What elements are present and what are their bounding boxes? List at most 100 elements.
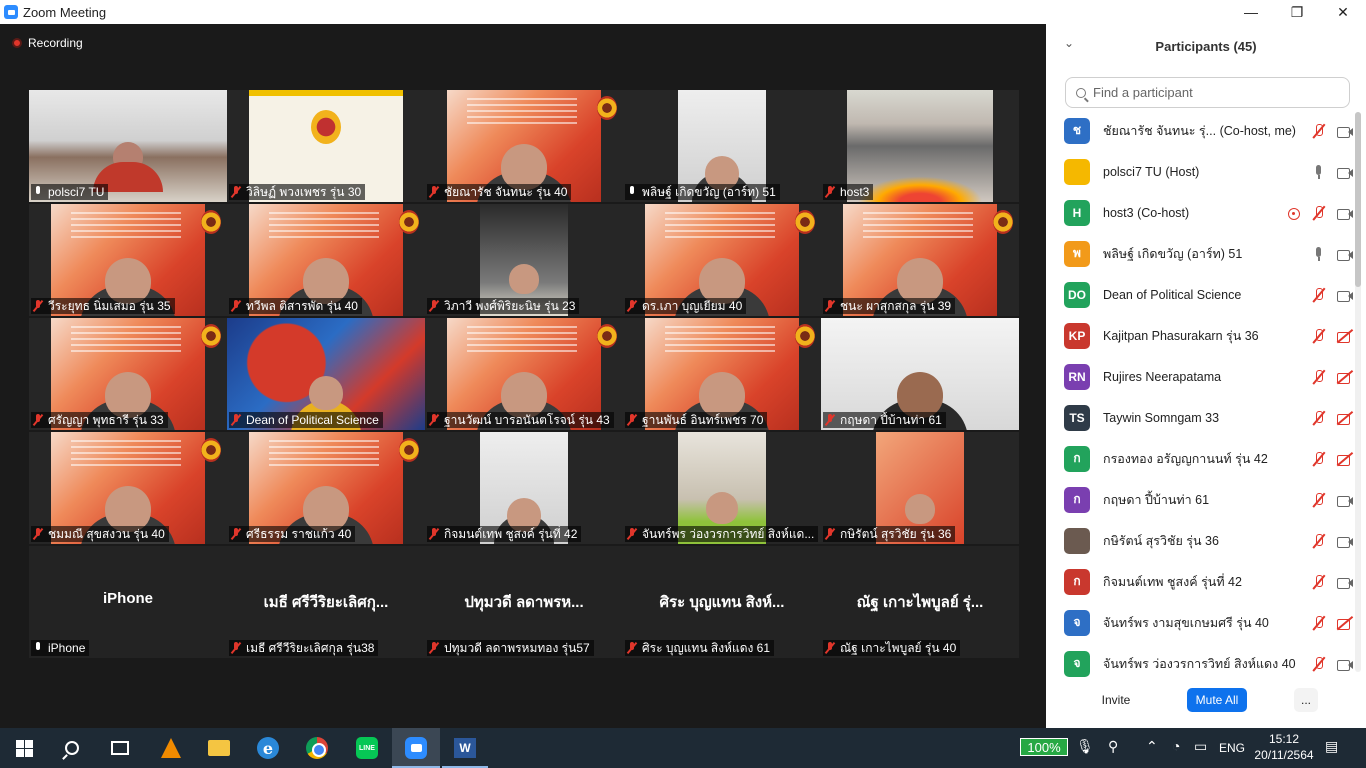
video-icon[interactable] <box>1336 163 1354 181</box>
video-off-icon[interactable] <box>1336 409 1354 427</box>
video-tile[interactable]: iPhone iPhone <box>29 546 227 658</box>
video-tile[interactable]: ชนะ ผาสุกสกุล รุ่น 39 <box>821 204 1019 316</box>
people-tray-icon[interactable]: ⚲ <box>1108 738 1118 755</box>
video-off-icon[interactable] <box>1336 450 1354 468</box>
invite-button[interactable]: Invite <box>1094 688 1138 712</box>
video-tile[interactable]: เมธี ศรีวีริยะเลิศกุ... เมธี ศรีวีริยะเลิ… <box>227 546 425 658</box>
participant-row[interactable]: ก กฤษดา ปี้บ้านท่า 61 <box>1046 479 1354 520</box>
clock[interactable]: 15:12 20/11/2564 <box>1254 731 1314 763</box>
participant-row[interactable]: polsci7 TU (Host) <box>1046 151 1354 192</box>
video-icon[interactable] <box>1336 532 1354 550</box>
start-button[interactable] <box>12 736 36 760</box>
vlc-button[interactable] <box>159 736 183 760</box>
scrollbar-thumb[interactable] <box>1355 112 1361 287</box>
task-view-button[interactable] <box>108 736 132 760</box>
video-tile[interactable]: วิลิษฏ์ พวงเพชร รุ่น 30 <box>227 90 425 202</box>
participant-row[interactable]: กษิรัตน์ สุรวิชัย รุ่น 36 <box>1046 520 1354 561</box>
chevron-up-icon[interactable]: ⌃ <box>1146 738 1158 755</box>
mic-muted-icon <box>825 414 835 426</box>
mic-muted-icon[interactable] <box>1310 491 1328 509</box>
video-tile[interactable]: ปทุมวดี ลดาพรห... ปทุมวดี ลดาพรหมทอง รุ่น… <box>425 546 623 658</box>
mic-muted-icon[interactable] <box>1310 122 1328 140</box>
zoom-taskbar-button[interactable] <box>404 736 428 760</box>
participant-search[interactable] <box>1065 77 1350 108</box>
mic-icon[interactable] <box>1310 163 1328 181</box>
mic-muted-icon[interactable] <box>1310 614 1328 632</box>
participant-row[interactable]: ก กิจมนต์เทพ ชูสงค์ รุ่นที่ 42 <box>1046 561 1354 602</box>
recording-indicator[interactable]: Recording <box>12 36 83 50</box>
video-icon[interactable] <box>1336 122 1354 140</box>
mute-all-button[interactable]: Mute All <box>1187 688 1247 712</box>
mic-muted-icon[interactable] <box>1310 532 1328 550</box>
language-indicator[interactable]: ENG <box>1219 741 1245 755</box>
chrome-button[interactable] <box>305 736 329 760</box>
file-explorer-button[interactable] <box>207 736 231 760</box>
video-tile[interactable]: ศรีธรรม ราชแก้ว 40 <box>227 432 425 544</box>
video-tile[interactable]: วีระยุทธ นิ่มเสมอ รุ่น 35 <box>29 204 227 316</box>
participant-row[interactable]: RN Rujires Neerapatama <box>1046 356 1354 397</box>
video-tile[interactable]: วิภาวี พงศ์พิริยะนิษ รุ่น 23 <box>425 204 623 316</box>
wifi-icon[interactable]: ◔ <box>1172 738 1180 754</box>
notifications-icon[interactable]: ▤ <box>1325 738 1338 755</box>
video-tile[interactable]: จันทร์พร ว่องวรการวิทย์ สิงห์แด... <box>623 432 821 544</box>
video-tile[interactable]: ทวีพล ติสารพัด รุ่น 40 <box>227 204 425 316</box>
video-tile[interactable]: ฐานวัฒน์ บารอนันตโรจน์ รุ่น 43 <box>425 318 623 430</box>
video-tile[interactable]: Dean of Political Science <box>227 318 425 430</box>
tile-display-name: ณัฐ เกาะไพบูลย์ รุ่... <box>856 594 984 611</box>
maximize-button[interactable]: ❐ <box>1274 0 1320 24</box>
mic-muted-icon[interactable] <box>1310 655 1328 673</box>
mic-muted-icon[interactable] <box>1310 450 1328 468</box>
video-tile[interactable]: ศรัญญา พุทธารี รุ่น 33 <box>29 318 227 430</box>
participant-row[interactable]: Hhost3 (Co-host) <box>1046 192 1354 233</box>
video-tile[interactable]: ศิระ บุญแทน สิงห์... ศิระ บุญแทน สิงห์แดง… <box>623 546 821 658</box>
mic-muted-icon[interactable] <box>1310 204 1328 222</box>
video-tile[interactable]: ชัยณารัช จันทนะ รุ่น 40 <box>425 90 623 202</box>
participant-row[interactable]: ก กรองทอง อรัญญกานนท์ รุ่น 42 <box>1046 438 1354 479</box>
mic-muted-icon[interactable] <box>1310 573 1328 591</box>
video-tile[interactable]: พลิษฐ์ เกิดขวัญ (อาร์ท) 51 <box>623 90 821 202</box>
microphone-tray-icon[interactable]: 🎙 <box>1076 738 1094 755</box>
participant-row[interactable]: จ จันทร์พร ว่องวรการวิทย์ สิงห์แดง 40 <box>1046 643 1354 678</box>
mic-muted-icon[interactable] <box>1310 368 1328 386</box>
mic-muted-icon[interactable] <box>1310 409 1328 427</box>
video-off-icon[interactable] <box>1336 614 1354 632</box>
video-icon[interactable] <box>1336 491 1354 509</box>
mic-icon[interactable] <box>1310 245 1328 263</box>
video-icon[interactable] <box>1336 245 1354 263</box>
search-input[interactable] <box>1093 85 1333 100</box>
video-tile[interactable]: กษิรัตน์ สุรวิชัย รุ่น 36 <box>821 432 1019 544</box>
video-tile[interactable]: host3 <box>821 90 1019 202</box>
word-button[interactable]: W <box>453 736 477 760</box>
participant-row[interactable]: DO Dean of Political Science <box>1046 274 1354 315</box>
battery-icon[interactable]: ▭ <box>1194 738 1207 755</box>
video-icon[interactable] <box>1336 573 1354 591</box>
video-tile[interactable]: ดร.เภา บุญเยียม 40 <box>623 204 821 316</box>
internet-explorer-button[interactable]: e <box>256 736 280 760</box>
video-tile[interactable]: polsci7 TU <box>29 90 227 202</box>
video-icon[interactable] <box>1336 204 1354 222</box>
video-tile[interactable]: ชมมณี สุขสงวน รุ่น 40 <box>29 432 227 544</box>
more-options-button[interactable]: ... <box>1294 688 1318 712</box>
search-taskbar-button[interactable] <box>60 736 84 760</box>
video-tile[interactable]: กฤษดา ปี้บ้านท่า 61 <box>821 318 1019 430</box>
video-tile[interactable]: กิจมนต์เทพ ชูสงค์ รุ่นที่ 42 <box>425 432 623 544</box>
participant-row[interactable]: จ จันทร์พร งามสุขเกษมศรี รุ่น 40 <box>1046 602 1354 643</box>
minimize-button[interactable]: — <box>1228 0 1274 24</box>
participant-row[interactable]: พ พลิษฐ์ เกิดขวัญ (อาร์ท) 51 <box>1046 233 1354 274</box>
close-button[interactable]: ✕ <box>1320 0 1366 24</box>
video-off-icon[interactable] <box>1336 327 1354 345</box>
video-icon[interactable] <box>1336 286 1354 304</box>
participant-row[interactable]: ช ชัยณารัช จันทนะ รุ่... (Co-host, me) <box>1046 110 1354 151</box>
participant-scrollbar[interactable] <box>1355 112 1361 672</box>
video-off-icon[interactable] <box>1336 368 1354 386</box>
mic-muted-icon[interactable] <box>1310 286 1328 304</box>
video-icon[interactable] <box>1336 655 1354 673</box>
participant-row[interactable]: TS Taywin Somngam 33 <box>1046 397 1354 438</box>
participant-row[interactable]: KP Kajitpan Phasurakarn รุ่น 36 <box>1046 315 1354 356</box>
video-tile[interactable]: ฐานพันธ์ อินทร์เพชร 70 <box>623 318 821 430</box>
line-button[interactable]: LINE <box>355 736 379 760</box>
mic-muted-icon[interactable] <box>1310 327 1328 345</box>
battery-indicator[interactable]: 100% <box>1020 738 1068 756</box>
screen-share-icon[interactable] <box>1284 204 1302 222</box>
video-tile[interactable]: ณัฐ เกาะไพบูลย์ รุ่... ณัฐ เกาะไพบูลย์ รุ… <box>821 546 1019 658</box>
